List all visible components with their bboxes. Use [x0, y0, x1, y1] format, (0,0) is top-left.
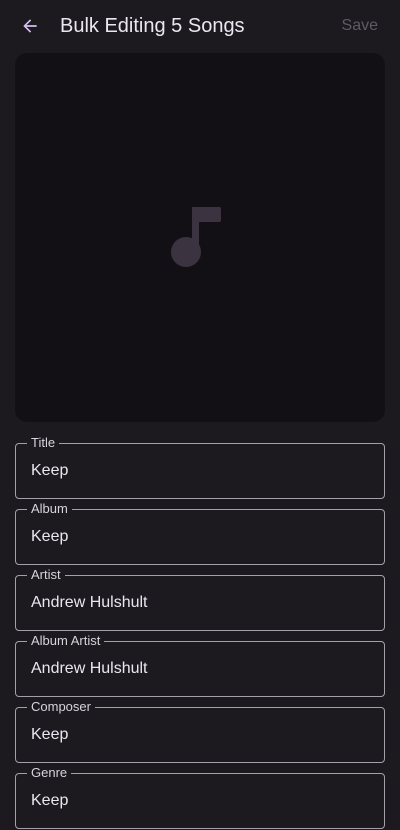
field-value: Keep [31, 462, 69, 479]
field-label: Genre [27, 765, 72, 781]
field-value: Andrew Hulshult [31, 594, 148, 611]
music-note-icon [171, 206, 221, 267]
arrow-back-icon [23, 19, 37, 33]
album-field[interactable]: Album Keep [15, 501, 385, 565]
field-label: Composer [27, 699, 95, 715]
field-label: Album [27, 501, 72, 517]
field-value: Andrew Hulshult [31, 660, 148, 677]
field-label: Title [27, 435, 60, 451]
page-title: Bulk Editing 5 Songs [60, 15, 245, 37]
back-button[interactable] [18, 14, 42, 38]
album-artwork[interactable] [15, 53, 385, 422]
field-value: Keep [31, 528, 69, 545]
composer-field[interactable]: Composer Keep [15, 699, 385, 763]
field-value: Keep [31, 792, 69, 809]
save-button[interactable]: Save [342, 15, 378, 37]
field-value: Keep [31, 726, 69, 743]
field-label: Album Artist [27, 633, 105, 649]
top-app-bar: Bulk Editing 5 Songs Save [0, 0, 400, 52]
genre-field[interactable]: Genre Keep [15, 765, 385, 829]
field-label: Artist [27, 567, 65, 583]
title-field[interactable]: Title Keep [15, 435, 385, 499]
album-artist-field[interactable]: Album Artist Andrew Hulshult [15, 633, 385, 697]
artist-field[interactable]: Artist Andrew Hulshult [15, 567, 385, 631]
